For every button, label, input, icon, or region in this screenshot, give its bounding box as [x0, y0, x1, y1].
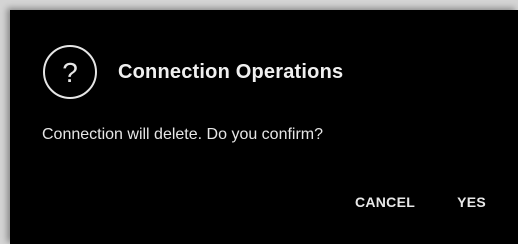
dialog-message: Connection will delete. Do you confirm? — [42, 126, 324, 143]
svg-text:?: ? — [62, 57, 78, 88]
help-circle-icon: ? — [43, 45, 97, 99]
dialog-actions: CANCEL YES — [347, 188, 494, 216]
cancel-button[interactable]: CANCEL — [347, 188, 423, 216]
dialog-header: ? Connection Operations — [42, 44, 343, 100]
dialog-title: Connection Operations — [118, 60, 344, 83]
confirm-dialog: ? Connection Operations Connection will … — [10, 10, 518, 244]
yes-button[interactable]: YES — [449, 188, 494, 216]
